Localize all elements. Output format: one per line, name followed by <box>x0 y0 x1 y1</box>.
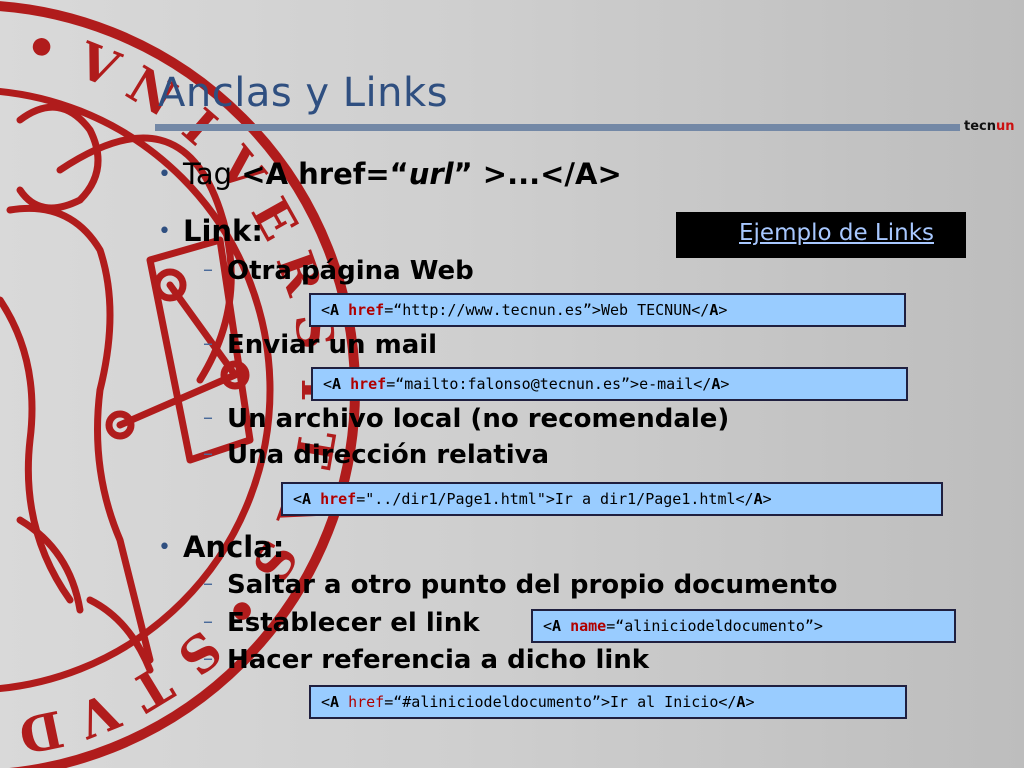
seal-letter: • <box>20 16 63 80</box>
bullet-marker: • <box>158 535 171 560</box>
bullet-marker: • <box>158 219 171 244</box>
link-heading: Link: <box>182 214 263 248</box>
seal-letter: V <box>69 30 129 100</box>
tag-prefix: Tag <box>182 157 242 191</box>
seal-letter: D <box>14 699 69 766</box>
tag-code-url: url <box>408 157 454 191</box>
seal-letter: S <box>0 11 1 71</box>
link-item-label: Una dirección relativa <box>227 440 550 470</box>
link-item-web: – Otra página Web <box>203 256 474 286</box>
link-item-mail: – Enviar un mail <box>203 330 437 360</box>
bullet-link: • Link: <box>158 214 263 248</box>
title-rule <box>155 124 960 131</box>
code-example-mail: <A href=“mailto:falonso@tecnun.es”>e-mai… <box>311 367 908 401</box>
anchor-item-label: Hacer referencia a dicho link <box>227 645 650 675</box>
link-item-label: Otra página Web <box>227 256 474 286</box>
anchor-item-jump: – Saltar a otro punto del propio document… <box>203 570 838 600</box>
dash-marker: – <box>203 257 213 281</box>
bullet-tag: • Tag <A href=“url” >...</A> <box>158 157 622 191</box>
code-example-web: <A href=“http://www.tecnun.es”>Web TECNU… <box>309 293 906 327</box>
dash-marker: – <box>203 571 213 595</box>
anchor-item-establish: – Establecer el link <box>203 608 480 638</box>
dash-marker: – <box>203 609 213 633</box>
slide-title: Anclas y Links <box>158 70 449 116</box>
code-example-anchor-ref: <A href=“#aliniciodeldocumento”>Ir al In… <box>309 685 907 719</box>
anchor-item-label: Establecer el link <box>227 608 480 638</box>
bullet-marker: • <box>158 162 171 187</box>
dash-marker: – <box>203 441 213 465</box>
seal-letter: V <box>68 680 128 750</box>
anchor-heading: Ancla: <box>182 530 285 564</box>
tag-code-close: ” >...</A> <box>453 157 622 191</box>
tecnun-logo: tecnun <box>964 119 1015 134</box>
code-example-relative: <A href="../dir1/Page1.html">Ir a dir1/P… <box>281 482 943 516</box>
example-link-box: Ejemplo de Links <box>676 212 966 258</box>
anchor-item-reference: – Hacer referencia a dicho link <box>203 645 649 675</box>
dash-marker: – <box>203 331 213 355</box>
dash-marker: – <box>203 405 213 429</box>
example-links-link[interactable]: Ejemplo de Links <box>739 220 934 246</box>
bullet-ancla: • Ancla: <box>158 530 284 564</box>
tag-code-open: <A href=“ <box>241 157 409 191</box>
link-item-relative: – Una dirección relativa <box>203 440 549 470</box>
link-item-label: Un archivo local (no recomendale) <box>227 404 730 434</box>
dash-marker: – <box>203 646 213 670</box>
anchor-item-label: Saltar a otro punto del propio documento <box>227 570 838 600</box>
link-item-label: Enviar un mail <box>227 330 438 360</box>
code-example-anchor-name: <A name=“aliniciodeldocumento”> <box>531 609 956 643</box>
link-item-local-file: – Un archivo local (no recomendale) <box>203 404 729 434</box>
